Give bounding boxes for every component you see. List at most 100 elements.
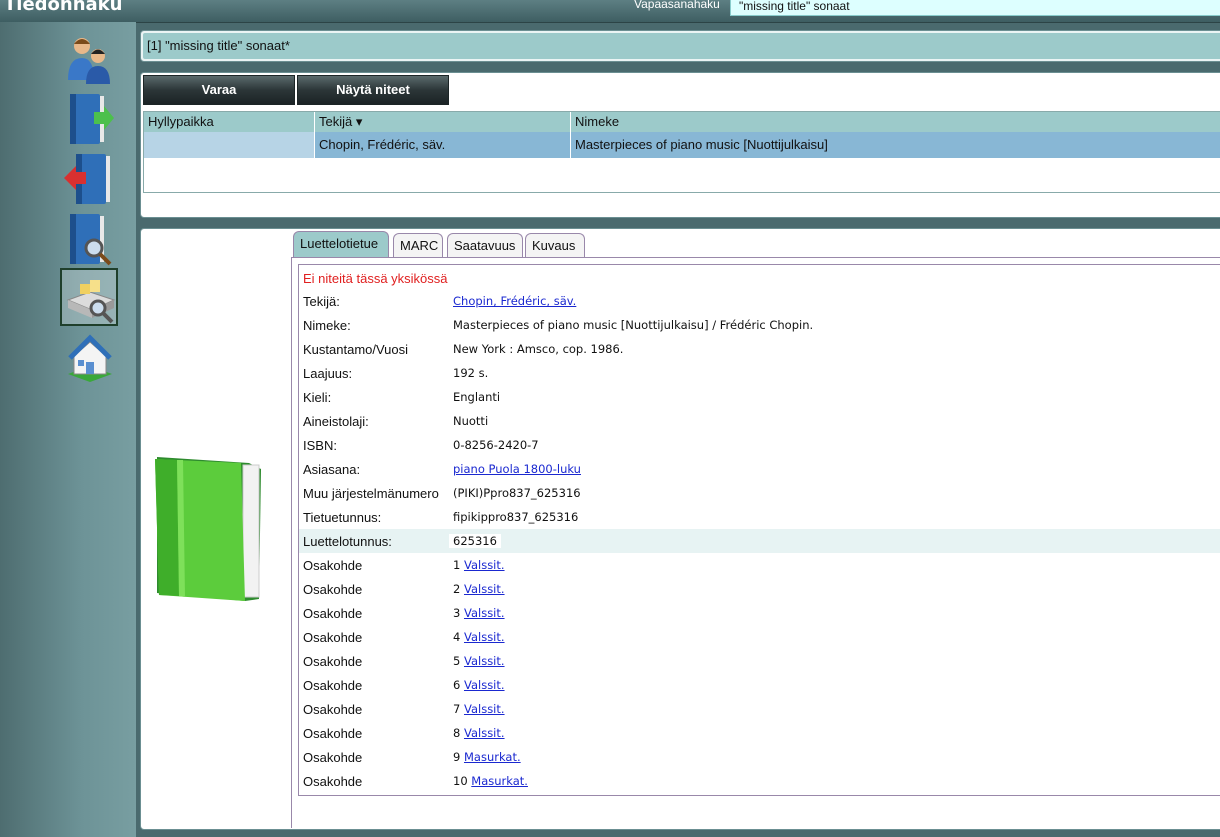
record-field-row: Kustantamo/Vuosi New York : Amsco, cop. 1… — [299, 337, 1220, 361]
field-label: Nimeke: — [303, 318, 351, 333]
part-number: 7 — [453, 702, 461, 716]
part-title-link[interactable]: Valssit. — [464, 582, 505, 596]
part-label: Osakohde — [303, 654, 363, 669]
record-field-row: Asiasana: piano Puola 1800-luku — [299, 457, 1220, 481]
users-nav-button[interactable] — [60, 30, 118, 88]
part-row: Osakohde 5 Valssit. — [299, 649, 1220, 673]
cell-title: Masterpieces of piano music [Nuottijulka… — [575, 137, 828, 152]
part-value: 5 Valssit. — [453, 654, 505, 668]
field-value: fipikippro837_625316 — [453, 510, 579, 524]
field-value: Nuotti — [453, 414, 489, 428]
part-title-link[interactable]: Valssit. — [464, 678, 505, 692]
field-label: ISBN: — [303, 438, 337, 453]
field-label: Kieli: — [303, 390, 332, 405]
return-nav-button[interactable] — [60, 148, 118, 206]
part-label: Osakohde — [303, 582, 363, 597]
catalog-nav-button[interactable] — [60, 268, 118, 326]
part-value: 6 Valssit. — [453, 678, 505, 692]
table-header: Hyllypaikka Tekijä ▾ Nimeke — [144, 112, 1220, 132]
part-row: Osakohde 8 Valssit. — [299, 721, 1220, 745]
part-title-link[interactable]: Valssit. — [464, 726, 505, 740]
part-title-link[interactable]: Valssit. — [464, 606, 505, 620]
part-title-link[interactable]: Valssit. — [464, 702, 505, 716]
breadcrumb-panel: [1] "missing title" sonaat* — [140, 30, 1220, 62]
part-label: Osakohde — [303, 630, 363, 645]
part-label: Osakohde — [303, 750, 363, 765]
tab-catalog-record[interactable]: Luettelotietue — [293, 231, 389, 257]
top-bar: Tiedonhaku Vapaasanahaku — [0, 0, 1220, 23]
record-content: Ei niteitä tässä yksikössä Tekijä: Chopin… — [291, 257, 1220, 828]
cell-author: Chopin, Frédéric, säv. — [315, 132, 571, 158]
part-value: 2 Valssit. — [453, 582, 505, 596]
results-table: Hyllypaikka Tekijä ▾ Nimeke Chopin, Fréd… — [143, 111, 1220, 193]
home-nav-button[interactable] — [60, 328, 118, 386]
field-value-link[interactable]: piano Puola 1800-luku — [453, 462, 581, 476]
record-field-row: Tekijä: Chopin, Frédéric, säv. — [299, 289, 1220, 313]
search-label: Vapaasanahaku — [634, 0, 720, 11]
part-row: Osakohde 3 Valssit. — [299, 601, 1220, 625]
show-items-button[interactable]: Näytä niteet — [297, 75, 449, 105]
part-number: 1 — [453, 558, 461, 572]
part-number: 8 — [453, 726, 461, 740]
cell-shelf — [144, 132, 315, 158]
part-number: 4 — [453, 630, 461, 644]
book-cover-icon — [149, 453, 269, 606]
field-label: Kustantamo/Vuosi — [303, 342, 409, 357]
tab-availability[interactable]: Saatavuus — [447, 233, 523, 257]
results-panel: Varaa Näytä niteet Hyllypaikka Tekijä ▾ … — [140, 72, 1220, 218]
field-value: 625316 — [449, 534, 501, 548]
column-header-author[interactable]: Tekijä ▾ — [315, 112, 571, 132]
breadcrumb[interactable]: [1] "missing title" sonaat* — [143, 33, 1220, 59]
part-value: 10 Masurkat. — [453, 774, 528, 788]
part-label: Osakohde — [303, 774, 363, 789]
record-field-row: Laajuus: 192 s. — [299, 361, 1220, 385]
record-field-row: Luettelotunnus: 625316 — [299, 529, 1220, 553]
detail-panel: Luettelotietue MARC Saatavuus Kuvaus Ei … — [140, 228, 1220, 830]
record-field-row: Aineistolaji: Nuotti — [299, 409, 1220, 433]
part-value: 1 Valssit. — [453, 558, 505, 572]
part-number: 2 — [453, 582, 461, 596]
tab-description[interactable]: Kuvaus — [525, 233, 585, 257]
table-row[interactable]: Chopin, Frédéric, säv. Masterpieces of p… — [144, 132, 1220, 158]
field-value-link[interactable]: Chopin, Frédéric, säv. — [453, 294, 576, 308]
part-label: Osakohde — [303, 558, 363, 573]
part-number: 6 — [453, 678, 461, 692]
record-field-row: Tietuetunnus: fipikippro837_625316 — [299, 505, 1220, 529]
field-label: Tietuetunnus: — [303, 510, 382, 525]
part-title-link[interactable]: Valssit. — [464, 654, 505, 668]
part-row: Osakohde 2 Valssit. — [299, 577, 1220, 601]
column-header-shelf[interactable]: Hyllypaikka — [144, 112, 315, 132]
part-title-link[interactable]: Masurkat. — [464, 750, 521, 764]
part-label: Osakohde — [303, 678, 363, 693]
part-row: Osakohde 1 Valssit. — [299, 553, 1220, 577]
search-books-nav-button[interactable] — [60, 208, 118, 266]
part-number: 3 — [453, 606, 461, 620]
field-value: 192 s. — [453, 366, 489, 380]
field-label: Asiasana: — [303, 462, 361, 477]
part-row: Osakohde 7 Valssit. — [299, 697, 1220, 721]
part-row: Osakohde 10 Masurkat. — [299, 769, 1220, 793]
field-label: Aineistolaji: — [303, 414, 369, 429]
field-value: New York : Amsco, cop. 1986. — [453, 342, 624, 356]
field-value: (PIKI)Ppro837_625316 — [453, 486, 581, 500]
part-title-link[interactable]: Valssit. — [464, 558, 505, 572]
part-row: Osakohde 6 Valssit. — [299, 673, 1220, 697]
record-field-row: Kieli: Englanti — [299, 385, 1220, 409]
part-label: Osakohde — [303, 702, 363, 717]
part-title-link[interactable]: Valssit. — [464, 630, 505, 644]
part-row: Osakohde 4 Valssit. — [299, 625, 1220, 649]
part-label: Osakohde — [303, 726, 363, 741]
search-input[interactable] — [730, 0, 1220, 16]
part-value: 4 Valssit. — [453, 630, 505, 644]
part-title-link[interactable]: Masurkat. — [471, 774, 528, 788]
field-value: 0-8256-2420-7 — [453, 438, 539, 452]
record-details: Ei niteitä tässä yksikössä Tekijä: Chopin… — [298, 264, 1220, 796]
sidebar — [0, 22, 136, 837]
reserve-button[interactable]: Varaa — [143, 75, 295, 105]
field-label: Muu järjestelmänumero — [303, 486, 439, 501]
checkout-nav-button[interactable] — [60, 88, 118, 146]
part-value: 3 Valssit. — [453, 606, 505, 620]
field-value: Masterpieces of piano music [Nuottijulka… — [453, 318, 814, 332]
tab-marc[interactable]: MARC — [393, 233, 443, 257]
column-header-title[interactable]: Nimeke — [571, 112, 1220, 132]
